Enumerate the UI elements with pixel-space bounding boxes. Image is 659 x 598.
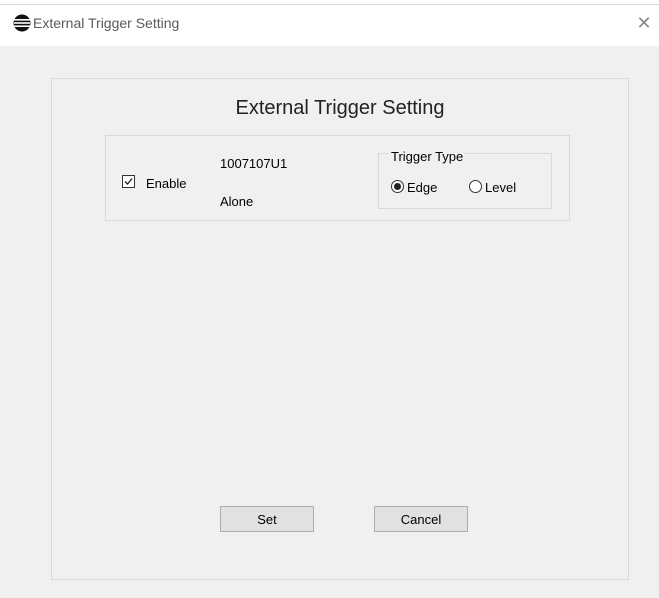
enable-label[interactable]: Enable — [146, 176, 186, 191]
set-button[interactable]: Set — [220, 506, 314, 532]
trigger-type-legend: Trigger Type — [389, 149, 466, 164]
close-button[interactable]: ✕ — [629, 8, 659, 38]
checkmark-icon — [124, 178, 133, 185]
edge-radio[interactable] — [391, 180, 404, 193]
level-radio-label[interactable]: Level — [485, 180, 516, 195]
enable-checkbox[interactable] — [122, 175, 135, 188]
dialog-body: External Trigger Setting Enable 1007107U… — [5, 46, 654, 592]
title-bar-top-edge — [0, 0, 659, 5]
level-radio[interactable] — [469, 180, 482, 193]
cancel-button[interactable]: Cancel — [374, 506, 468, 532]
close-icon[interactable]: ✕ — [636, 13, 651, 34]
dialog-heading: External Trigger Setting — [235, 97, 445, 119]
content-panel: External Trigger Setting Enable 1007107U… — [51, 78, 629, 580]
window-title: External Trigger Setting — [33, 15, 180, 31]
device-mode: Alone — [220, 194, 254, 209]
app-logo-icon — [13, 14, 31, 32]
title-bar: External Trigger Setting ✕ — [0, 0, 659, 46]
radio-selected-dot — [394, 183, 401, 190]
device-serial: 1007107U1 — [220, 156, 288, 171]
device-row: Enable 1007107U1 Alone Trigger Type Edge… — [105, 135, 570, 221]
trigger-type-group: Trigger Type Edge Level — [378, 149, 552, 209]
edge-radio-label[interactable]: Edge — [407, 180, 437, 195]
